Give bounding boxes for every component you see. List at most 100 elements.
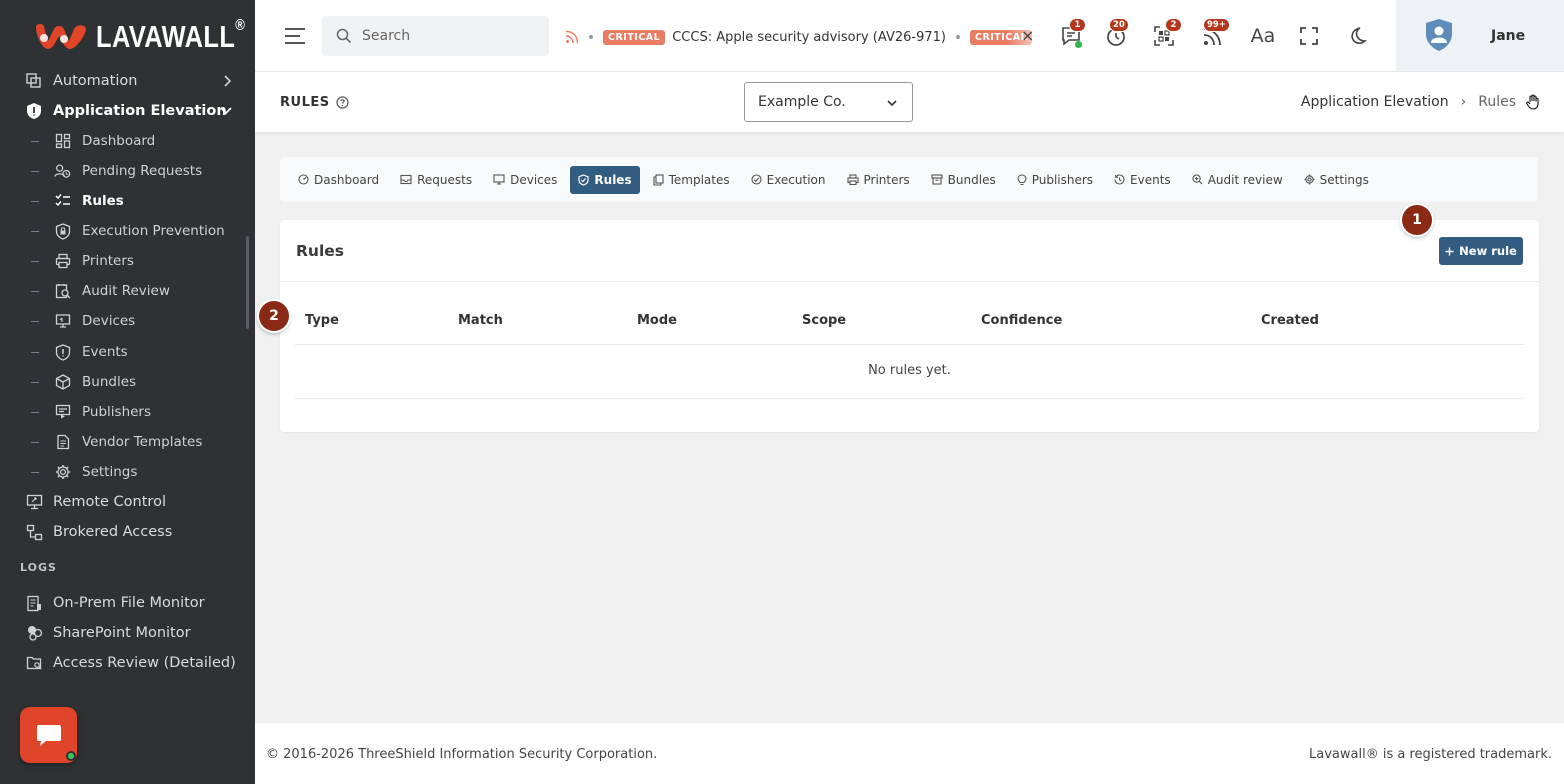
empty-state-text: No rules yet.: [868, 363, 951, 378]
table-header-divider: [295, 344, 1524, 345]
sidebar-subitem-audit-review[interactable]: Audit Review: [0, 276, 255, 306]
tab-label: Events: [1130, 172, 1171, 187]
monitor-icon: [493, 174, 505, 185]
tab-requests[interactable]: Requests: [392, 166, 480, 194]
font-size-icon[interactable]: Aa: [1249, 23, 1277, 49]
search-box[interactable]: [322, 16, 549, 56]
printer-icon: [54, 253, 71, 270]
help-icon[interactable]: [335, 96, 349, 109]
brand-name: LAVAWALL: [96, 19, 236, 54]
organization-select-value: Example Co.: [758, 94, 846, 110]
sidebar-subitem-pending-requests[interactable]: Pending Requests: [0, 156, 255, 186]
sidebar-subitem-label: Settings: [82, 464, 138, 480]
tab-execution[interactable]: Execution: [743, 166, 834, 194]
inbox-icon: [400, 174, 412, 185]
lock-shield-icon: [54, 222, 71, 240]
dark-mode-button[interactable]: [1344, 23, 1370, 49]
sidebar-item-label: Access Review (Detailed): [53, 655, 236, 671]
column-header-mode[interactable]: Mode: [637, 313, 677, 328]
sidebar-item-remote-control[interactable]: Remote Control: [0, 487, 255, 517]
step-marker-2: 2: [259, 301, 289, 331]
column-header-type[interactable]: Type: [305, 313, 339, 328]
organization-select[interactable]: Example Co.: [744, 82, 913, 122]
tab-rules[interactable]: Rules: [570, 165, 640, 194]
breadcrumb-link[interactable]: Application Elevation: [1301, 94, 1449, 110]
logo-mark-icon: [36, 24, 86, 49]
sidebar-item-access-review-detailed[interactable]: Access Review (Detailed): [0, 648, 255, 678]
section-label-logs: LOGS: [20, 561, 57, 574]
sidebar-subitem-devices[interactable]: Devices: [0, 306, 255, 336]
new-rule-button[interactable]: New rule: [1439, 237, 1523, 265]
sidebar-subitem-label: Printers: [82, 253, 134, 269]
notification-badge: 99+: [1203, 18, 1230, 32]
sidebar-subitem-execution-prevention[interactable]: Execution Prevention: [0, 216, 255, 246]
ticker-close-button[interactable]: ×: [1021, 26, 1034, 45]
publisher-icon: [54, 404, 71, 421]
printer-icon: [846, 174, 859, 185]
sidebar-subitem-printers[interactable]: Printers: [0, 246, 255, 276]
tab-label: Templates: [668, 172, 730, 187]
page-title: RULES: [280, 95, 349, 110]
hand-cursor-icon: [1526, 94, 1539, 110]
sidebar-subitem-label: Bundles: [82, 374, 137, 390]
sidebar-scrollbar[interactable]: [246, 236, 249, 329]
document-icon: [54, 434, 71, 451]
tab-bundles[interactable]: Bundles: [923, 166, 1004, 194]
chevron-right-icon: [224, 75, 232, 87]
page-header: RULES Example Co. Application Elevation …: [255, 72, 1564, 132]
sidebar-subitem-events[interactable]: Events: [0, 337, 255, 367]
fullscreen-button[interactable]: [1296, 23, 1322, 49]
breadcrumb: Application Elevation › Rules: [1301, 94, 1540, 110]
tab-label: Settings: [1319, 172, 1369, 187]
tab-dashboard[interactable]: Dashboard: [290, 166, 387, 194]
sidebar-subitem-vendor-templates[interactable]: Vendor Templates: [0, 427, 255, 457]
sidebar-subitem-dashboard[interactable]: Dashboard: [0, 126, 255, 156]
sidebar-subitem-publishers[interactable]: Publishers: [0, 397, 255, 427]
search-input[interactable]: [362, 28, 522, 44]
sidebar-item-application-elevation[interactable]: Application Elevation: [0, 96, 255, 126]
moon-icon: [1351, 27, 1367, 44]
sidebar-subitem-rules[interactable]: Rules: [0, 186, 255, 216]
user-menu[interactable]: Jane: [1396, 0, 1564, 71]
search-icon: [336, 28, 352, 44]
user-shield-icon: [1426, 19, 1452, 51]
column-header-created[interactable]: Created: [1261, 313, 1319, 328]
notification-badge: 2: [1165, 18, 1182, 32]
sidebar-item-brokered-access[interactable]: Brokered Access: [0, 517, 255, 547]
news-ticker[interactable]: CRITICAL CCCS: Apple security advisory (…: [565, 26, 1039, 48]
column-header-confidence[interactable]: Confidence: [981, 313, 1062, 328]
tab-settings[interactable]: Settings: [1296, 166, 1377, 194]
sidebar-subitem-label: Devices: [82, 313, 136, 329]
sidebar-item-label: Remote Control: [53, 494, 166, 510]
tab-events[interactable]: Events: [1106, 166, 1179, 194]
card-title: Rules: [296, 242, 345, 260]
automation-icon: [25, 72, 43, 90]
sidebar-item-on-prem-file-monitor[interactable]: On-Prem File Monitor: [0, 588, 255, 618]
footer: © 2016-2026 ThreeShield Information Secu…: [255, 722, 1564, 784]
sidebar-subitem-bundles[interactable]: Bundles: [0, 367, 255, 397]
tab-templates[interactable]: Templates: [645, 166, 738, 194]
brand-reg: ®: [235, 17, 246, 34]
column-header-match[interactable]: Match: [458, 313, 503, 328]
trademark-text: Lavawall® is a registered trademark.: [1309, 747, 1552, 762]
tab-publishers[interactable]: Publishers: [1009, 166, 1101, 194]
menu-toggle-icon[interactable]: [284, 27, 306, 45]
brand-logo[interactable]: LAVAWALL®: [32, 17, 255, 56]
tab-audit-review[interactable]: Audit review: [1184, 166, 1291, 194]
sidebar-subitem-settings[interactable]: Settings: [0, 457, 255, 487]
fullscreen-icon: [1300, 27, 1318, 45]
ticker-text[interactable]: CCCS: Apple security advisory (AV26-971): [672, 30, 946, 45]
sidebar-item-label: SharePoint Monitor: [53, 625, 191, 641]
avatar: [1424, 18, 1454, 52]
tab-devices[interactable]: Devices: [485, 166, 565, 194]
tab-label: Dashboard: [314, 172, 380, 187]
sidebar-item-sharepoint-monitor[interactable]: SharePoint Monitor: [0, 618, 255, 648]
shield-icon: [578, 173, 590, 186]
column-header-scope[interactable]: Scope: [802, 313, 846, 328]
dashboard-icon: [54, 133, 71, 150]
sidebar-item-automation[interactable]: Automation: [0, 66, 255, 96]
sharepoint-icon: [25, 624, 43, 642]
rules-icon: [54, 193, 71, 210]
sidebar-subitem-label: Pending Requests: [82, 163, 203, 179]
tab-printers[interactable]: Printers: [839, 166, 918, 194]
